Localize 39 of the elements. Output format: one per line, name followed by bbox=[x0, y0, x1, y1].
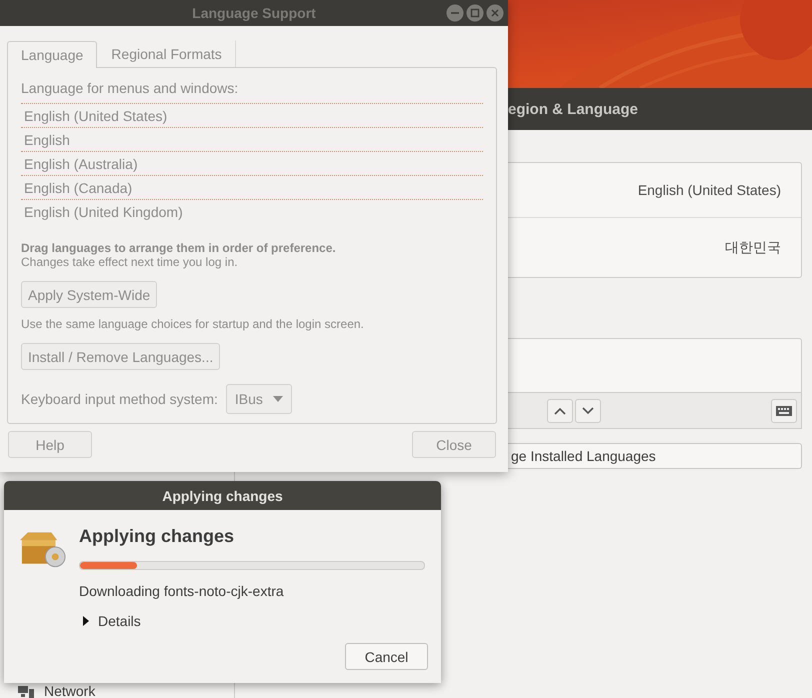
status-text: Downloading fonts-noto-cjk-extra bbox=[79, 583, 285, 599]
help-button[interactable]: Help bbox=[8, 431, 92, 458]
sidebar-item[interactable]: Network bbox=[0, 685, 234, 698]
dropdown-arrow-icon bbox=[272, 396, 283, 402]
keyboard-icon bbox=[776, 406, 792, 416]
close-button[interactable] bbox=[486, 4, 504, 22]
keyboard-button[interactable] bbox=[771, 398, 797, 422]
language-item[interactable]: English (Australia) bbox=[21, 152, 483, 176]
dialog-heading: Applying changes bbox=[79, 526, 236, 547]
setting-value: 대한민국 bbox=[725, 238, 781, 256]
window-title: egion & Language bbox=[508, 100, 638, 118]
chevron-down-icon bbox=[581, 406, 595, 416]
apply-system-wide-button[interactable]: Apply System-Wide bbox=[21, 281, 158, 308]
close-button[interactable]: Close bbox=[412, 431, 496, 458]
input-method-dropdown[interactable]: IBus bbox=[226, 384, 292, 414]
computer-icon bbox=[18, 686, 34, 698]
details-expander[interactable]: Details bbox=[79, 613, 141, 629]
install-remove-button[interactable]: Install / Remove Languages... bbox=[21, 343, 220, 370]
hint-text: Use the same language choices for startup and the login screen. bbox=[21, 317, 365, 331]
window-title: Applying changes bbox=[162, 488, 283, 504]
field-label: Keyboard input method system: bbox=[21, 391, 218, 407]
language-item[interactable]: English (Canada) bbox=[21, 176, 483, 200]
maximize-button[interactable] bbox=[466, 4, 484, 22]
manage-languages-button[interactable]: ge Installed Languages bbox=[507, 443, 802, 469]
language-item[interactable]: English bbox=[21, 128, 483, 152]
tab[interactable]: Language bbox=[7, 41, 98, 68]
language-item[interactable]: English (United Kingdom) bbox=[21, 200, 483, 223]
cancel-button[interactable]: Cancel bbox=[345, 643, 428, 670]
setting-value: English (United States) bbox=[638, 182, 781, 198]
move-down-button[interactable] bbox=[575, 398, 601, 422]
language-item[interactable]: English (United States) bbox=[21, 104, 483, 128]
tab[interactable]: Regional Formats bbox=[97, 40, 236, 67]
minimize-button[interactable] bbox=[446, 4, 464, 22]
hint-text: Changes take effect next time you log in. bbox=[21, 255, 239, 269]
hint-text: Drag languages to arrange them in order of preference. bbox=[21, 241, 337, 255]
move-up-button[interactable] bbox=[547, 398, 573, 422]
list-heading: Language for menus and windows: bbox=[21, 80, 240, 98]
window-title: Language Support bbox=[192, 5, 316, 21]
chevron-up-icon bbox=[553, 406, 567, 416]
